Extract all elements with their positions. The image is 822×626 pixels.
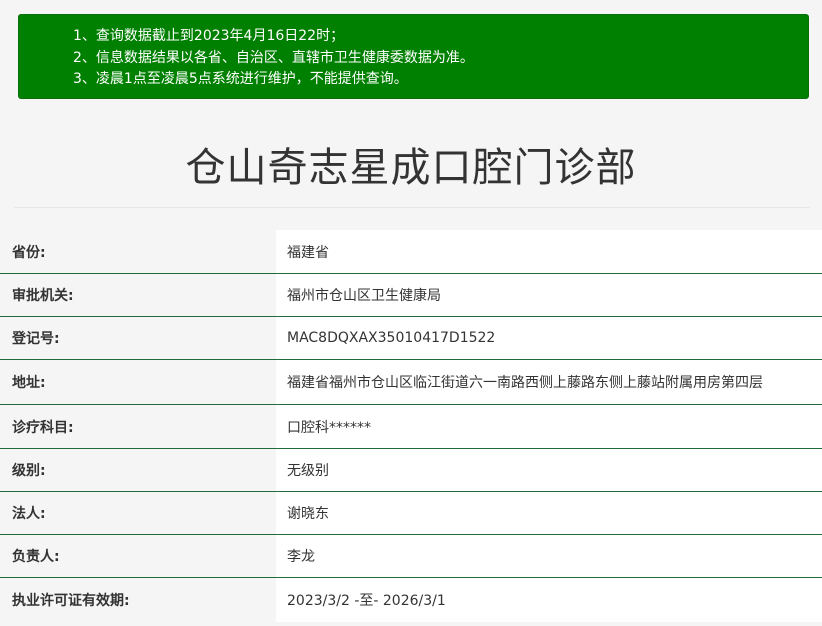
table-row-person-in-charge: 负责人: 李龙	[0, 535, 822, 578]
table-row-approval-authority: 审批机关: 福州市仓山区卫生健康局	[0, 274, 822, 317]
table-row-address: 地址: 福建省福州市仓山区临江街道六一南路西侧上藤路东侧上藤站附属用房第四层	[0, 360, 822, 405]
approval-authority-value: 福州市仓山区卫生健康局	[276, 274, 822, 316]
legal-person-value: 谢晓东	[276, 492, 822, 534]
province-label: 省份:	[12, 244, 46, 261]
level-value: 无级别	[276, 449, 822, 491]
registration-number-value: MAC8DQXAX35010417D1522	[276, 317, 822, 359]
table-row-license-validity: 执业许可证有效期: 2023/3/2 -至- 2026/3/1	[0, 578, 822, 622]
level-label: 级别:	[12, 463, 46, 479]
table-row-province: 省份: 福建省	[0, 230, 822, 274]
title-divider	[14, 207, 810, 208]
page-title: 仓山奇志星成口腔门诊部	[185, 145, 637, 191]
table-row-level: 级别: 无级别	[0, 449, 822, 492]
table-row-registration-number: 登记号: MAC8DQXAX35010417D1522	[0, 317, 822, 360]
treatment-subjects-label: 诊疗科目:	[12, 419, 74, 436]
notice-line-2: 2、信息数据结果以各省、自治区、直辖市卫生健康委数据为准。	[73, 49, 474, 66]
person-in-charge-value: 李龙	[276, 535, 822, 577]
details-table: 省份: 福建省 审批机关: 福州市仓山区卫生健康局 登记号: MAC8DQXAX…	[0, 230, 822, 622]
person-in-charge-label: 负责人:	[12, 549, 60, 565]
table-row-legal-person: 法人: 谢晓东	[0, 492, 822, 535]
notice-line-1: 1、查询数据截止到2023年4月16日22时；	[73, 28, 345, 44]
legal-person-label: 法人:	[12, 506, 46, 522]
approval-authority-label: 审批机关:	[12, 288, 74, 304]
province-value: 福建省	[276, 230, 822, 273]
license-validity-value: 2023/3/2 -至- 2026/3/1	[276, 578, 822, 622]
table-row-treatment-subjects: 诊疗科目: 口腔科******	[0, 405, 822, 449]
notice-line-3: 3、凌晨1点至凌晨5点系统进行维护，不能提供查询。	[73, 71, 408, 87]
registration-number-label: 登记号:	[12, 331, 60, 347]
address-label: 地址:	[12, 375, 46, 391]
notice-banner: 1、查询数据截止到2023年4月16日22时； 2、信息数据结果以各省、自治区、…	[18, 14, 809, 99]
treatment-subjects-value: 口腔科******	[276, 405, 822, 448]
license-validity-label: 执业许可证有效期:	[12, 593, 130, 609]
address-value: 福建省福州市仓山区临江街道六一南路西侧上藤路东侧上藤站附属用房第四层	[276, 360, 822, 404]
